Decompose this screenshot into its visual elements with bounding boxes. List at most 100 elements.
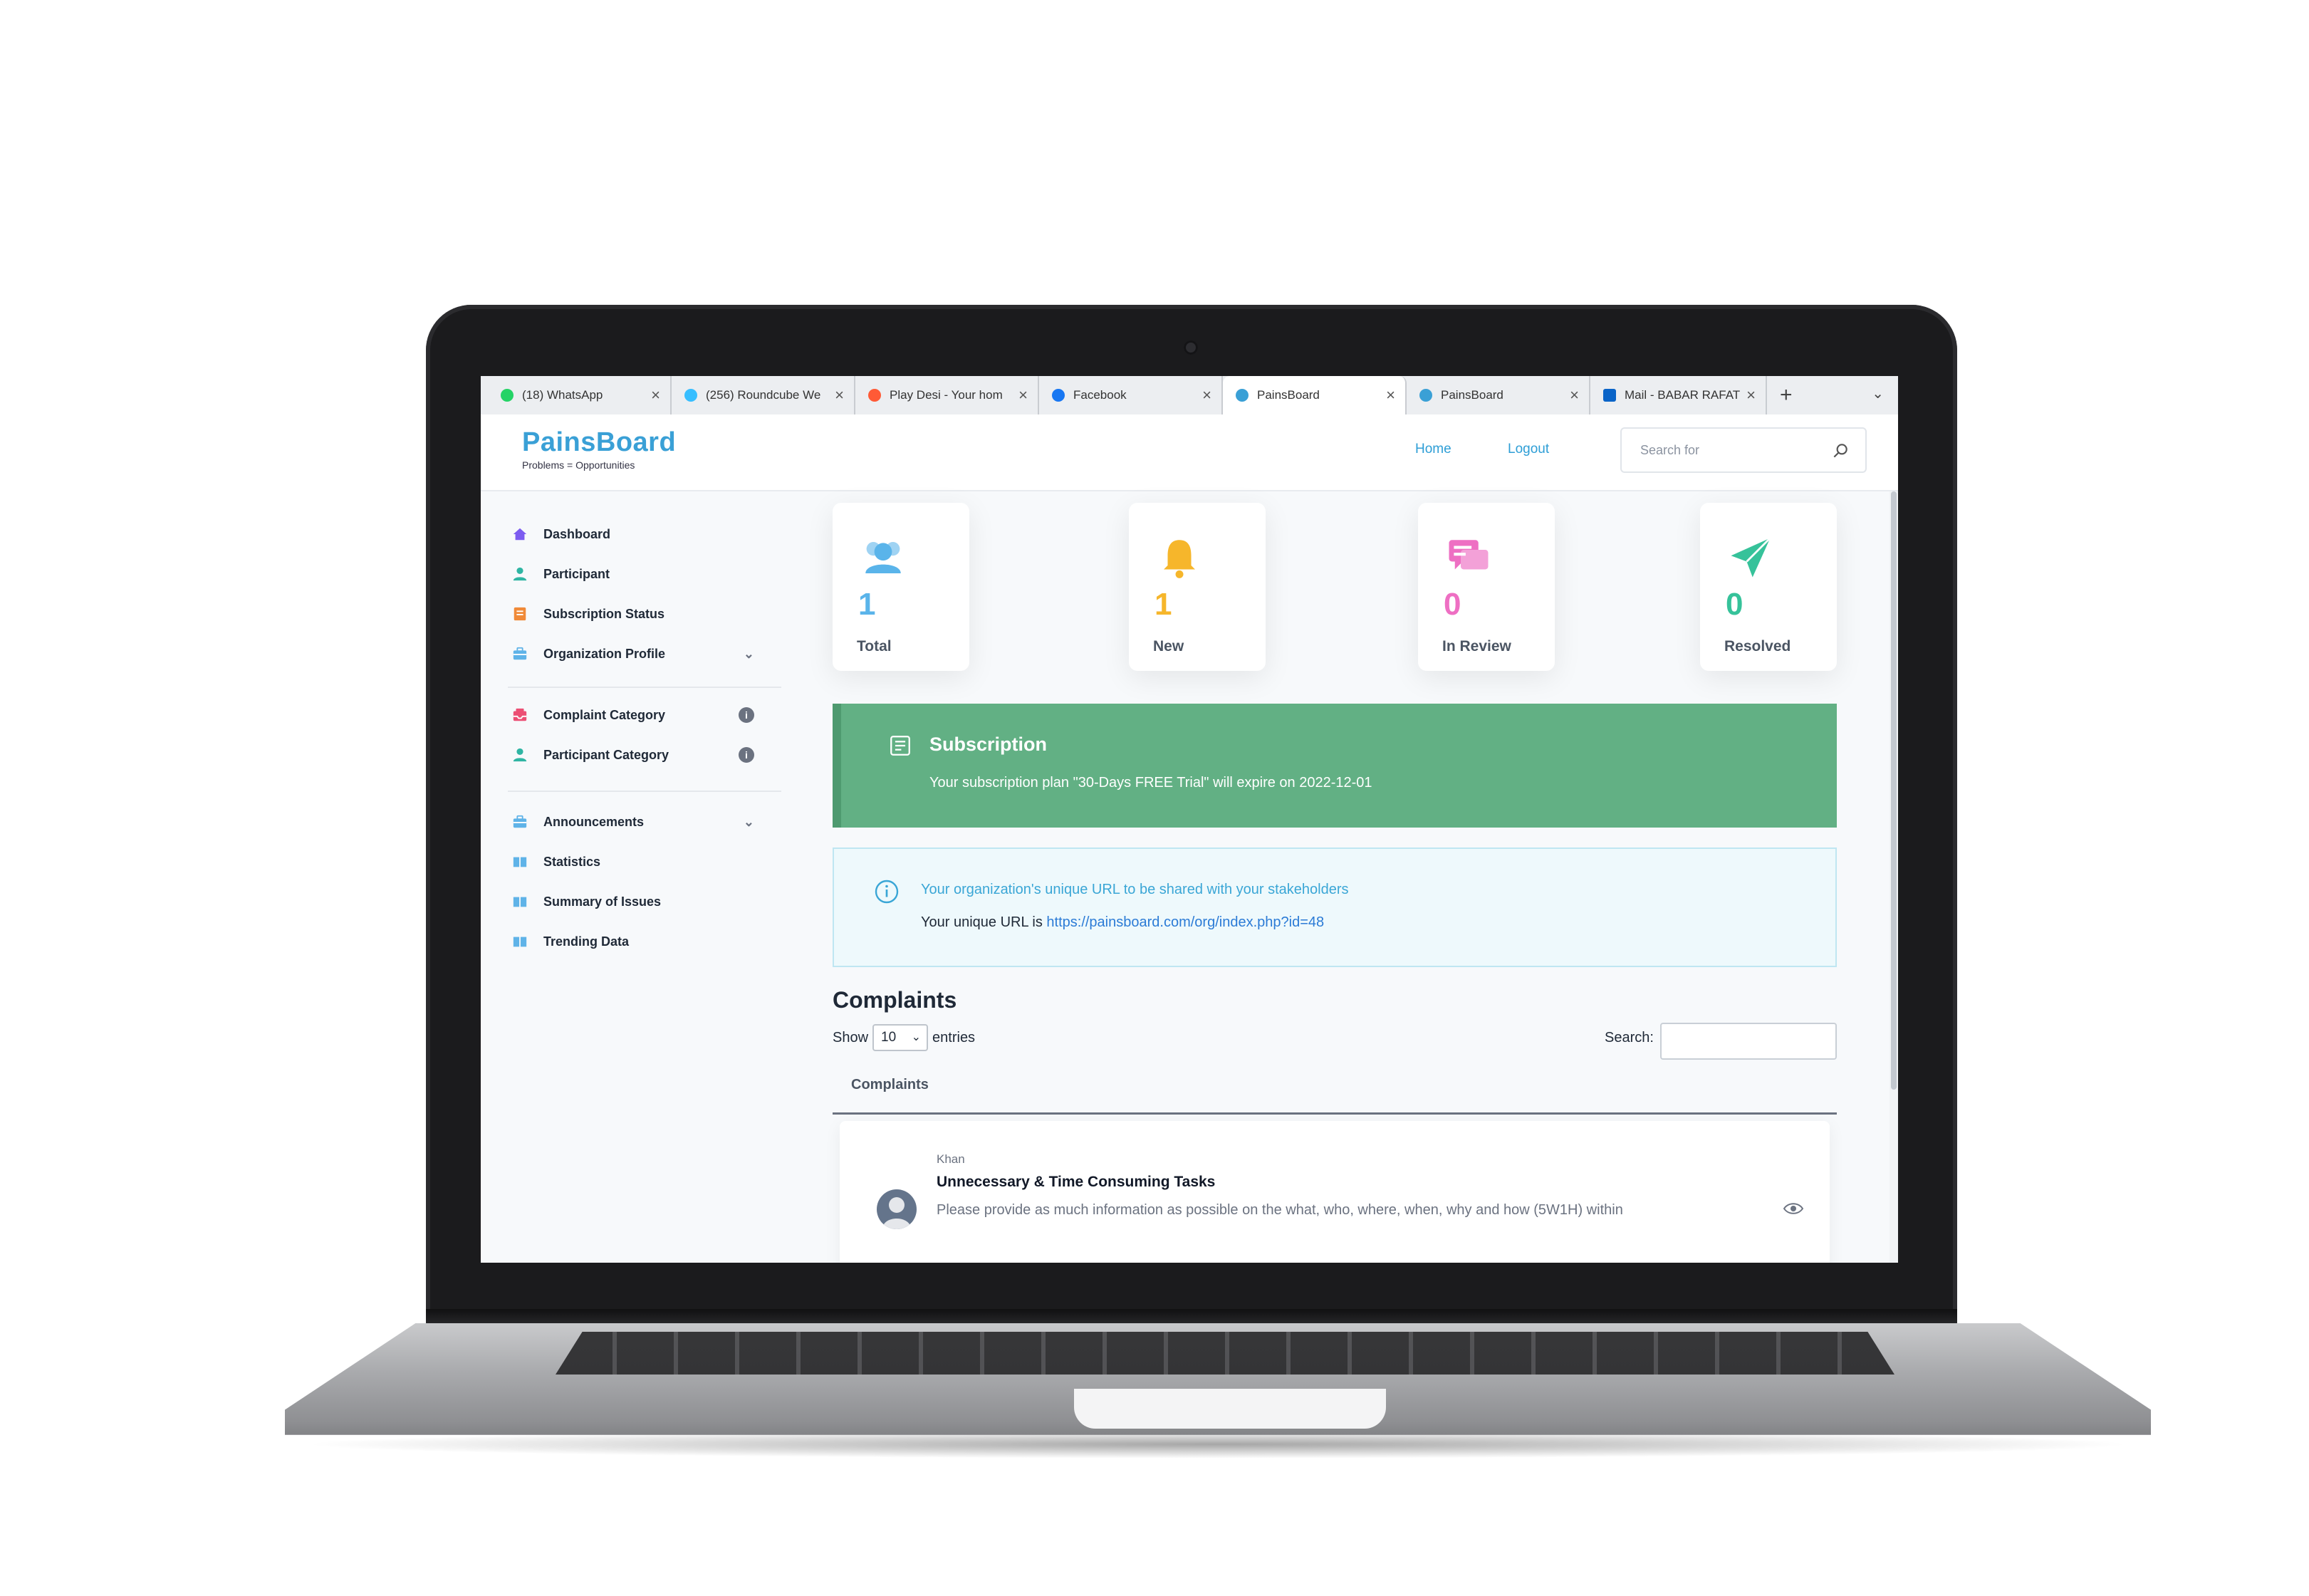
- nav-logout-link[interactable]: Logout: [1508, 442, 1549, 457]
- stat-value: 0: [1444, 587, 1461, 622]
- sidebar-item-label: Trending Data: [543, 934, 630, 949]
- sidebar: Dashboard Participant Subscription Statu…: [481, 491, 783, 1263]
- chevron-down-icon[interactable]: ⌄: [744, 815, 754, 830]
- tab-whatsapp[interactable]: (18) WhatsApp ×: [488, 376, 672, 414]
- subscription-text: Your subscription plan "30-Days FREE Tri…: [929, 775, 1372, 791]
- table-search-input[interactable]: [1660, 1023, 1837, 1060]
- whatsapp-icon: [501, 389, 514, 402]
- complaint-author: Khan: [937, 1152, 965, 1166]
- stat-card-total[interactable]: 1 Total: [833, 503, 969, 671]
- close-icon[interactable]: ×: [835, 386, 844, 405]
- stat-card-resolved[interactable]: 0 Resolved: [1700, 503, 1837, 671]
- entries-control: Show 10 ⌄ entries: [833, 1024, 975, 1051]
- sidebar-item-announcements[interactable]: Announcements ⌄: [512, 808, 754, 836]
- url-notice-text: Your unique URL is https://painsboard.co…: [921, 914, 1324, 931]
- logo-title: PainsBoard: [522, 427, 677, 457]
- stat-card-in-review[interactable]: 0 In Review: [1418, 503, 1555, 671]
- logo-tagline: Problems = Opportunities: [522, 459, 635, 471]
- tab-label: Mail - BABAR RAFAT: [1625, 388, 1741, 402]
- user-avatar-icon: [882, 1197, 911, 1229]
- sidebar-item-label: Complaint Category: [543, 707, 666, 722]
- stat-value: 1: [1154, 587, 1172, 622]
- table-search-label: Search:: [1605, 1030, 1654, 1045]
- sidebar-divider: [508, 791, 781, 792]
- tab-painsboard-active[interactable]: PainsBoard ×: [1223, 376, 1407, 414]
- painsboard-icon: [1419, 389, 1432, 402]
- close-icon[interactable]: ×: [1386, 386, 1395, 405]
- subscription-title: Subscription: [929, 734, 1048, 755]
- tab-roundcube[interactable]: (256) Roundcube We ×: [672, 376, 855, 414]
- close-icon[interactable]: ×: [651, 386, 660, 405]
- tab-label: (18) WhatsApp: [522, 388, 603, 402]
- sidebar-item-participant[interactable]: Participant: [512, 560, 754, 588]
- close-icon[interactable]: ×: [1202, 386, 1211, 405]
- stat-label: New: [1153, 638, 1184, 654]
- sidebar-item-subscription-status[interactable]: Subscription Status: [512, 600, 754, 628]
- chat-icon: [1449, 540, 1489, 570]
- entries-select[interactable]: 10 ⌄: [872, 1024, 929, 1051]
- stat-label: Resolved: [1724, 638, 1791, 654]
- tab-facebook[interactable]: Facebook ×: [1039, 376, 1223, 414]
- eye-icon[interactable]: [1783, 1201, 1804, 1216]
- column-header-complaints[interactable]: Complaints: [851, 1077, 929, 1093]
- complaint-title[interactable]: Unnecessary & Time Consuming Tasks: [937, 1174, 1215, 1191]
- playdesi-icon: [868, 389, 881, 402]
- tab-mail[interactable]: Mail - BABAR RAFAT ×: [1590, 376, 1767, 414]
- stat-card-new[interactable]: 1 New: [1129, 503, 1266, 671]
- sidebar-item-complaint-category[interactable]: Complaint Category i: [512, 701, 754, 729]
- complaints-heading: Complaints: [833, 987, 957, 1013]
- close-icon[interactable]: ×: [1570, 386, 1579, 405]
- logo[interactable]: PainsBoard Problems = Opportunities: [522, 427, 676, 471]
- close-icon[interactable]: ×: [1746, 386, 1756, 405]
- table-header-divider: [833, 1112, 1837, 1115]
- sidebar-item-label: Organization Profile: [543, 646, 666, 661]
- search-input[interactable]: Search for: [1620, 427, 1867, 473]
- briefcase-icon: [513, 815, 527, 828]
- unique-url-link[interactable]: https://painsboard.com/org/index.php?id=…: [1046, 914, 1324, 930]
- bell-icon: [1164, 540, 1195, 578]
- sidebar-item-label: Participant: [543, 566, 610, 581]
- sidebar-item-summary-of-issues[interactable]: Summary of Issues: [512, 887, 754, 916]
- tab-list-chevron-icon[interactable]: ⌄: [1872, 385, 1884, 402]
- tab-label: PainsBoard: [1257, 388, 1320, 402]
- sidebar-item-dashboard[interactable]: Dashboard: [512, 520, 754, 548]
- sidebar-item-trending-data[interactable]: Trending Data: [512, 927, 754, 956]
- chevron-down-icon: ⌄: [911, 1031, 922, 1043]
- tab-painsboard[interactable]: PainsBoard ×: [1407, 376, 1590, 414]
- scrollbar-thumb[interactable]: [1891, 491, 1897, 1090]
- document-icon: [890, 736, 910, 756]
- info-icon[interactable]: i: [739, 707, 754, 723]
- tab-label: PainsBoard: [1441, 388, 1503, 402]
- home-icon: [513, 528, 527, 541]
- entries-label: entries: [932, 1029, 976, 1045]
- tab-playdesi[interactable]: Play Desi - Your hom ×: [855, 376, 1039, 414]
- sidebar-item-label: Summary of Issues: [543, 894, 662, 909]
- sidebar-item-organization-profile[interactable]: Organization Profile ⌄: [512, 640, 754, 668]
- info-icon[interactable]: i: [739, 747, 754, 763]
- new-tab-button[interactable]: +: [1780, 383, 1793, 407]
- url-notice-title: Your organization's unique URL to be sha…: [921, 882, 1349, 897]
- info-icon: [875, 880, 899, 904]
- table-row[interactable]: Khan Unnecessary & Time Consuming Tasks …: [840, 1121, 1830, 1263]
- sidebar-item-statistics[interactable]: Statistics: [512, 847, 754, 876]
- search-icon[interactable]: [1831, 442, 1850, 460]
- sidebar-item-label: Subscription Status: [543, 606, 665, 621]
- user-icon: [513, 567, 527, 581]
- sidebar-item-label: Statistics: [543, 854, 601, 869]
- laptop-notch: [1074, 1389, 1386, 1429]
- browser-tab-bar: (18) WhatsApp × (256) Roundcube We × Pla…: [481, 376, 1898, 414]
- tab-label: Facebook: [1073, 388, 1127, 402]
- users-icon: [865, 542, 901, 573]
- entries-value: 10: [881, 1030, 897, 1045]
- sidebar-item-label: Dashboard: [543, 526, 611, 541]
- chevron-down-icon[interactable]: ⌄: [744, 647, 754, 662]
- inbox-icon: [513, 708, 527, 721]
- show-label: Show: [833, 1029, 869, 1045]
- nav-home-link[interactable]: Home: [1415, 442, 1451, 457]
- stat-label: In Review: [1442, 638, 1511, 654]
- document-icon: [514, 607, 526, 621]
- book-icon: [513, 897, 527, 907]
- painsboard-icon: [1236, 389, 1249, 402]
- close-icon[interactable]: ×: [1018, 386, 1028, 405]
- sidebar-item-participant-category[interactable]: Participant Category i: [512, 741, 754, 769]
